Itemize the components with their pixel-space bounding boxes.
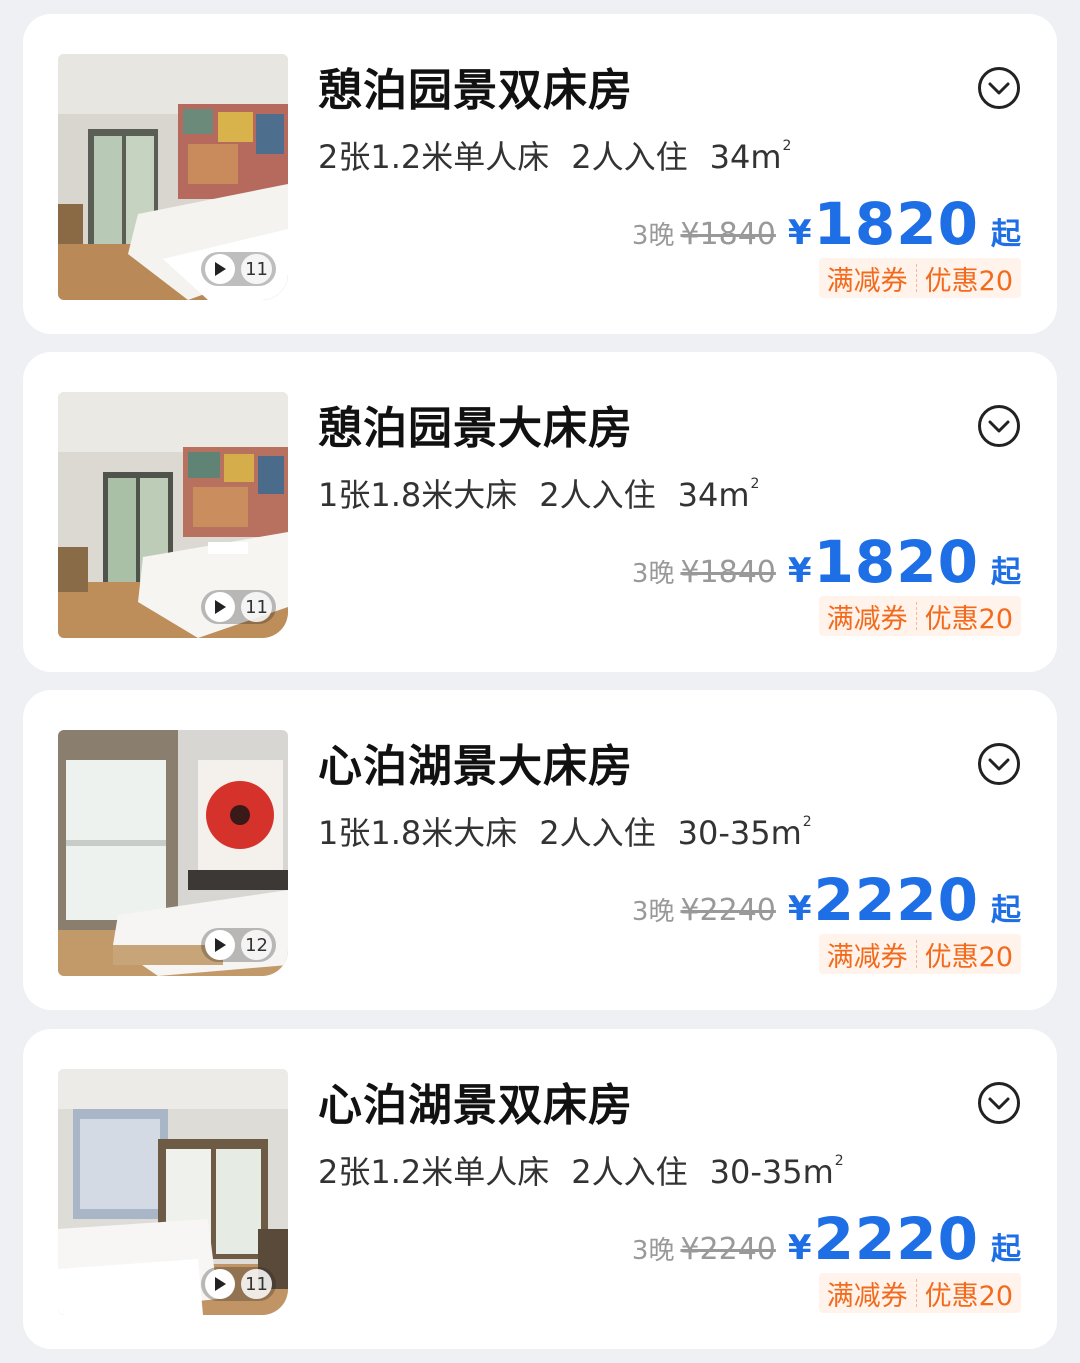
media-badge: 12	[201, 928, 276, 962]
area-info: 34m2	[678, 476, 760, 514]
room-card[interactable]: 11 憩泊园景大床房 1张1.8米大床 2人入住 34m2 3晚 ¥1840 ¥ 1…	[23, 352, 1057, 672]
room-title[interactable]: 心泊湖景大床房	[318, 730, 633, 794]
room-photo[interactable]: 11	[58, 1069, 288, 1315]
photo-count: 12	[241, 930, 272, 960]
current-price: 2220	[813, 866, 979, 934]
price-row: 3晚 ¥2240 ¥ 2220 起	[632, 866, 1021, 934]
bed-info: 1张1.8米大床	[318, 814, 518, 852]
photo-count: 11	[241, 592, 272, 622]
area-value: 30-35m	[677, 814, 802, 852]
currency-symbol: ¥	[787, 1228, 812, 1268]
promo-badge: 满减券 优惠20	[818, 934, 1021, 974]
room-title[interactable]: 憩泊园景双床房	[318, 54, 633, 118]
original-price: ¥1840	[680, 217, 776, 252]
currency-symbol: ¥	[787, 551, 812, 591]
room-card[interactable]: 12 心泊湖景大床房 1张1.8米大床 2人入住 30-35m2 3晚 ¥2240 …	[23, 690, 1057, 1010]
room-photo[interactable]: 11	[58, 392, 288, 638]
original-price: ¥1840	[680, 555, 776, 590]
play-icon[interactable]	[205, 930, 236, 960]
current-price: 2220	[813, 1205, 979, 1273]
media-badge: 11	[201, 590, 276, 624]
promo-tag: 满减券	[826, 265, 908, 297]
area-info: 34m2	[710, 138, 792, 176]
room-photo[interactable]: 12	[58, 730, 288, 976]
price-row: 3晚 ¥1840 ¥ 1820 起	[632, 528, 1021, 596]
promo-tag: 满减券	[826, 603, 908, 635]
chevron-down-icon[interactable]	[977, 742, 1021, 786]
nights-label: 3晚	[631, 221, 675, 251]
from-label: 起	[991, 555, 1021, 590]
area-value: 34m	[709, 138, 782, 176]
room-title[interactable]: 心泊湖景双床房	[318, 1069, 633, 1133]
bed-info: 1张1.8米大床	[318, 476, 518, 514]
area-sup: 2	[802, 814, 812, 830]
area-value: 34m	[677, 476, 750, 514]
price-row: 3晚 ¥2240 ¥ 2220 起	[632, 1205, 1021, 1273]
play-icon[interactable]	[205, 592, 236, 622]
original-price: ¥2240	[680, 1232, 776, 1267]
guest-info: 2人入住	[539, 814, 656, 852]
area-info: 30-35m2	[678, 814, 812, 852]
bed-info: 2张1.2米单人床	[318, 138, 550, 176]
media-badge: 11	[201, 1267, 276, 1301]
nights-label: 3晚	[631, 559, 675, 589]
room-card[interactable]: 11 心泊湖景双床房 2张1.2米单人床 2人入住 30-35m2 3晚 ¥2240…	[23, 1029, 1057, 1349]
promo-tag: 满减券	[826, 1280, 908, 1312]
current-price: 1820	[813, 190, 979, 258]
room-card[interactable]: 11 憩泊园景双床房 2张1.2米单人床 2人入住 34m2 3晚 ¥1840 ¥ …	[23, 14, 1057, 334]
room-specs: 2张1.2米单人床 2人入住 34m2	[318, 132, 791, 178]
guest-info: 2人入住	[571, 1153, 688, 1191]
room-specs: 1张1.8米大床 2人入住 30-35m2	[318, 808, 812, 854]
room-specs: 1张1.8米大床 2人入住 34m2	[318, 470, 759, 516]
nights-label: 3晚	[631, 897, 675, 927]
chevron-down-icon[interactable]	[977, 404, 1021, 448]
area-info: 30-35m2	[710, 1153, 844, 1191]
room-title[interactable]: 憩泊园景大床房	[318, 392, 633, 456]
promo-value: 优惠20	[924, 1280, 1013, 1312]
photo-count: 11	[241, 254, 272, 284]
bed-info: 2张1.2米单人床	[318, 1153, 550, 1191]
promo-value: 优惠20	[924, 941, 1013, 973]
promo-value: 优惠20	[924, 265, 1013, 297]
current-price: 1820	[813, 528, 979, 596]
area-sup: 2	[782, 138, 792, 154]
from-label: 起	[991, 1232, 1021, 1267]
promo-value: 优惠20	[924, 603, 1013, 635]
chevron-down-icon[interactable]	[977, 66, 1021, 110]
guest-info: 2人入住	[539, 476, 656, 514]
play-icon[interactable]	[205, 254, 236, 284]
guest-info: 2人入住	[571, 138, 688, 176]
price-row: 3晚 ¥1840 ¥ 1820 起	[632, 190, 1021, 258]
media-badge: 11	[201, 252, 276, 286]
area-value: 30-35m	[709, 1153, 834, 1191]
promo-badge: 满减券 优惠20	[818, 1273, 1021, 1313]
promo-badge: 满减券 优惠20	[818, 258, 1021, 298]
area-sup: 2	[834, 1153, 844, 1169]
currency-symbol: ¥	[787, 213, 812, 253]
room-photo[interactable]: 11	[58, 54, 288, 300]
play-icon[interactable]	[205, 1269, 236, 1299]
currency-symbol: ¥	[787, 889, 812, 929]
from-label: 起	[991, 893, 1021, 928]
promo-badge: 满减券 优惠20	[818, 596, 1021, 636]
room-specs: 2张1.2米单人床 2人入住 30-35m2	[318, 1147, 844, 1193]
chevron-down-icon[interactable]	[977, 1081, 1021, 1125]
photo-count: 11	[241, 1269, 272, 1299]
promo-tag: 满减券	[826, 941, 908, 973]
from-label: 起	[991, 217, 1021, 252]
nights-label: 3晚	[631, 1236, 675, 1266]
original-price: ¥2240	[680, 893, 776, 928]
area-sup: 2	[750, 476, 760, 492]
